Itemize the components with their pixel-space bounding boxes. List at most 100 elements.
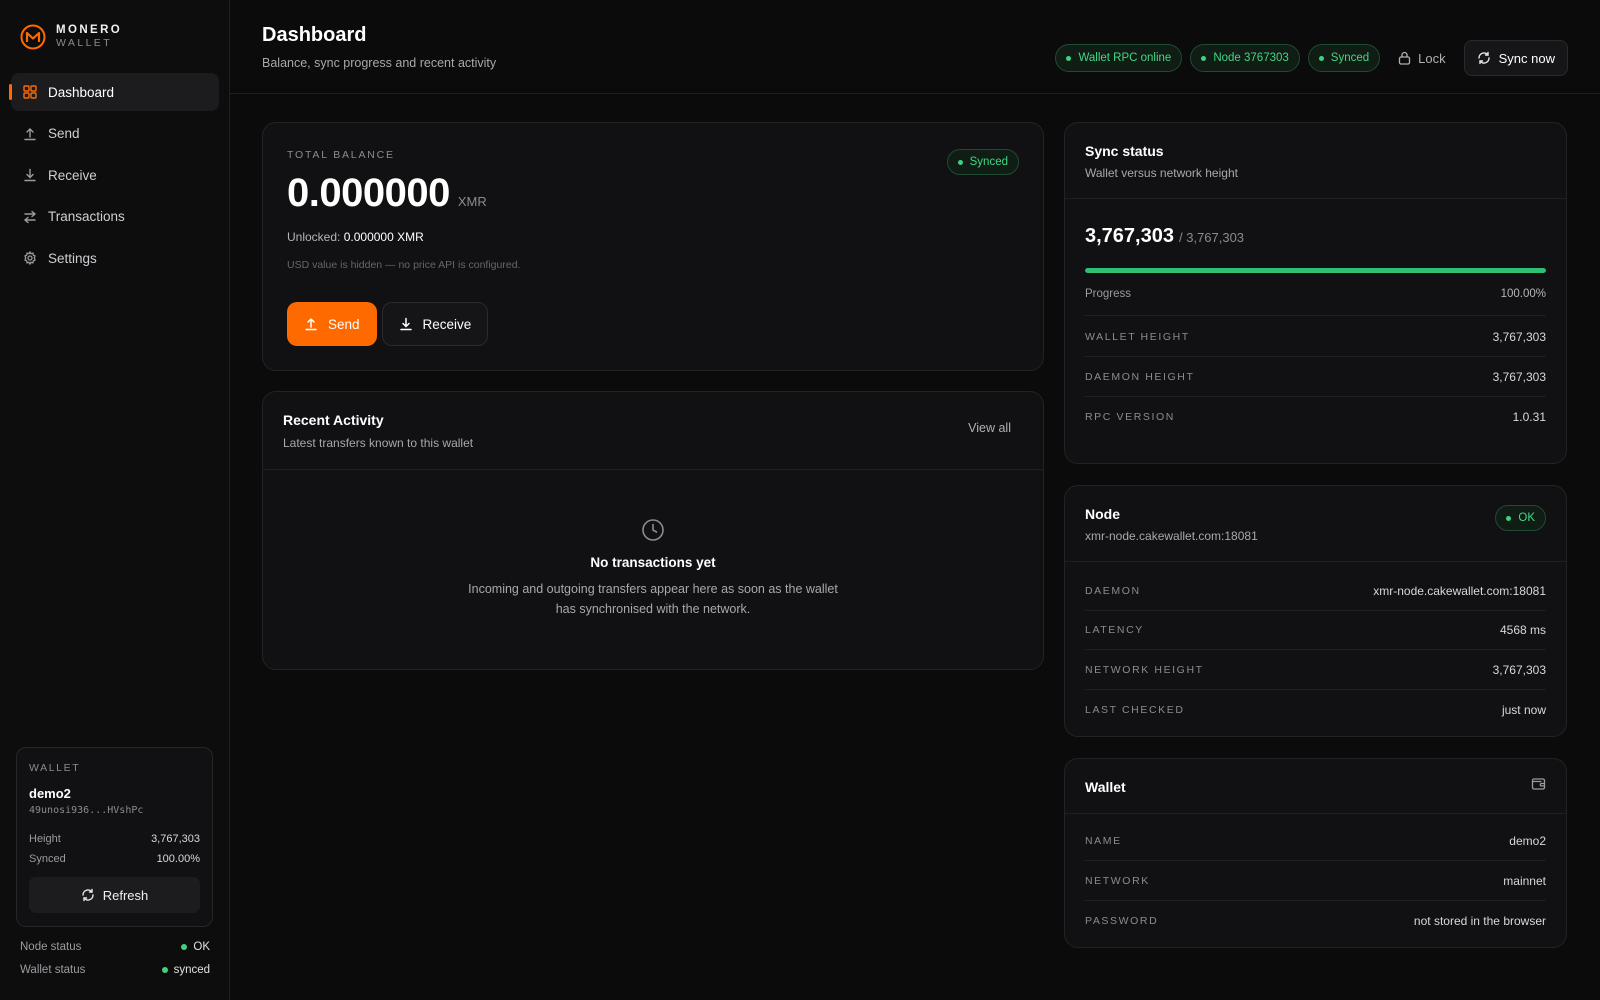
swap-icon (23, 210, 37, 223)
lock-button[interactable]: Lock (1388, 44, 1455, 72)
download-icon (399, 317, 412, 331)
sync-height: 3,767,303 / 3,767,303 (1085, 225, 1244, 248)
node-status-value: OK (193, 941, 210, 953)
kv-key: LAST CHECKED (1085, 704, 1185, 716)
kv-value: 3,767,303 (1492, 662, 1546, 677)
kv-value: 3,767,303 (1492, 329, 1546, 344)
brand: MONERO WALLET (20, 24, 122, 50)
sidebar-item-label: Dashboard (48, 84, 115, 100)
empty-text-line: has synchronised with the network. (555, 602, 751, 616)
sidebar-item-send[interactable]: Send (11, 115, 219, 153)
download-icon (24, 168, 36, 182)
sidebar-item-label: Receive (48, 167, 97, 183)
page-header: Dashboard Balance, sync progress and rec… (230, 0, 1600, 94)
status-dot-icon (161, 967, 168, 973)
kv-value: demo2 (1509, 833, 1546, 848)
node-ok-badge: OK (1495, 505, 1546, 531)
progress-value: 100.00% (1500, 288, 1546, 300)
kv-key: PASSWORD (1085, 915, 1159, 927)
activity-title: Recent Activity (283, 412, 384, 428)
progress-row: Progress 100.00% (1085, 288, 1546, 316)
empty-text-line: Incoming and outgoing transfers appear h… (468, 582, 838, 596)
sidebar-item-label: Transactions (48, 209, 125, 224)
wallet-synced-value: 100.00% (156, 853, 200, 865)
sync-now-button[interactable]: Sync now (1463, 40, 1568, 76)
upload-icon (305, 317, 317, 331)
kv-value: xmr-node.cakewallet.com:18081 (1373, 583, 1546, 598)
kv-key: RPC VERSION (1085, 411, 1175, 423)
sync-status-card: Sync status Wallet versus network height… (1064, 122, 1567, 464)
node-title: Node (1085, 506, 1120, 522)
sync-progress-fill (1085, 268, 1546, 273)
balance-unit: XMR (457, 194, 487, 209)
unlocked-value: 0.000000 XMR (343, 230, 424, 244)
balance-label: TOTAL BALANCE (287, 149, 395, 161)
wallet-info-title: Wallet (1085, 779, 1126, 795)
kv-row: WALLET HEIGHT 3,767,303 (1085, 317, 1546, 357)
wallet-rpc-pill: Wallet RPC online (1055, 44, 1183, 72)
unlocked-balance: Unlocked: 0.000000 XMR (287, 230, 1019, 244)
page-subtitle: Balance, sync progress and recent activi… (262, 56, 497, 70)
brand-sub: WALLET (56, 37, 113, 49)
sidebar-item-settings[interactable]: Settings (11, 239, 219, 277)
balance-actions: Send Receive (287, 302, 489, 346)
pill-label: Synced (1330, 52, 1370, 64)
balance-amount: 0.000000 XMR (287, 171, 1019, 216)
page-title: Dashboard (262, 24, 367, 46)
refresh-icon (1477, 51, 1490, 65)
status-dot-icon (1066, 55, 1072, 61)
status-dot-icon (1318, 55, 1324, 61)
synced-badge-label: Synced (969, 156, 1008, 168)
status-dot-icon (1201, 55, 1207, 61)
empty-text: Incoming and outgoing transfers appear h… (263, 579, 1043, 619)
send-label: Send (328, 316, 360, 332)
wallet-height-big: 3,767,303 (1085, 225, 1174, 247)
balance-card: TOTAL BALANCE 0.000000 XMR Unlocked: 0.0… (262, 122, 1044, 371)
kv-row: DAEMON HEIGHT 3,767,303 (1085, 357, 1546, 397)
refresh-button[interactable]: Refresh (29, 877, 200, 913)
kv-row: LATENCY 4568 ms (1085, 610, 1546, 650)
wallet-height-row: Height 3,767,303 (29, 833, 200, 845)
usd-note: USD value is hidden — no price API is co… (287, 259, 521, 271)
sync-now-label: Sync now (1498, 50, 1555, 66)
sidebar-item-transactions[interactable]: Transactions (11, 198, 219, 236)
wallet-status-value: synced (173, 964, 210, 976)
kv-row: PASSWORD not stored in the browser (1085, 901, 1546, 941)
refresh-label: Refresh (102, 887, 149, 903)
wallet-name: demo2 (29, 786, 71, 801)
balance-value: 0.000000 (287, 171, 450, 215)
kv-row: DAEMON xmr-node.cakewallet.com:18081 (1085, 571, 1546, 611)
sidebar-item-dashboard[interactable]: Dashboard (9, 73, 219, 111)
upload-icon (24, 127, 36, 140)
sidebar-item-receive[interactable]: Receive (11, 156, 219, 194)
receive-button[interactable]: Receive (381, 302, 489, 346)
activity-header: Recent Activity Latest transfers known t… (263, 392, 1043, 470)
empty-title: No transactions yet (590, 555, 716, 570)
clock-icon (642, 519, 664, 541)
node-status-label: Node status (20, 941, 82, 953)
wallet-card-label: WALLET (29, 762, 81, 774)
view-all-link[interactable]: View all (968, 421, 1011, 435)
wallet-status-row: Wallet status synced (20, 964, 210, 976)
kv-row: RPC VERSION 1.0.31 (1085, 397, 1546, 437)
kv-value: 4568 ms (1499, 622, 1546, 637)
status-dot-icon (957, 159, 963, 165)
sync-progress-bar (1085, 268, 1546, 273)
lock-icon (1399, 51, 1411, 65)
kv-key: DAEMON HEIGHT (1085, 370, 1195, 383)
kv-key: WALLET HEIGHT (1085, 330, 1190, 343)
pill-label: Wallet RPC online (1078, 52, 1172, 64)
sidebar-item-label: Settings (48, 250, 97, 266)
sync-header: Sync status Wallet versus network height (1065, 123, 1566, 199)
wallet-height-label: Height (29, 833, 61, 845)
send-button[interactable]: Send (287, 302, 377, 346)
kv-value: mainnet (1503, 873, 1546, 888)
sidebar-wallet-card: WALLET demo2 49unosi936...HVshPc Height … (16, 747, 213, 927)
status-dot-icon (181, 944, 188, 950)
kv-row: NETWORK mainnet (1085, 861, 1546, 901)
lock-label: Lock (1418, 50, 1446, 66)
status-dot-icon (1506, 515, 1512, 521)
kv-value: 3,767,303 (1492, 369, 1546, 384)
kv-key: DAEMON (1085, 584, 1141, 597)
empty-state: No transactions yet Incoming and outgoin… (263, 518, 1043, 619)
